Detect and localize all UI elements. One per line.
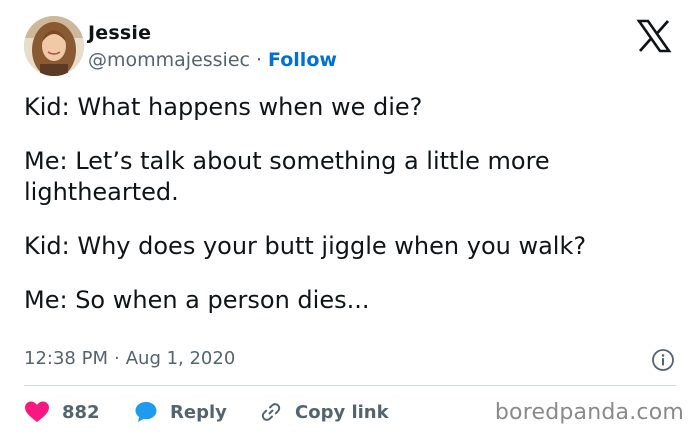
tweet-timestamp[interactable]: 12:38 PM · Aug 1, 2020: [24, 348, 235, 369]
avatar[interactable]: [24, 16, 84, 76]
tweet-line-4: Me: So when a person dies...: [24, 286, 370, 314]
speech-bubble-icon: [135, 402, 157, 422]
like-button[interactable]: 882: [24, 400, 100, 424]
author-handle[interactable]: @mommajessiec: [88, 49, 250, 71]
tweet-card: Jessie @mommajessiec · Follow Kid: What ha…: [0, 0, 700, 440]
tweet-line-2: Me: Let’s talk about something a little …: [24, 147, 550, 206]
avatar-photo: [24, 16, 84, 76]
copy-link-label: Copy link: [295, 401, 389, 423]
copy-link-button[interactable]: Copy link: [259, 400, 389, 424]
handle-separator: ·: [255, 49, 263, 71]
tweet-header: Jessie @mommajessiec · Follow: [24, 16, 684, 78]
info-icon[interactable]: [651, 348, 675, 372]
reply-label: Reply: [170, 401, 227, 423]
follow-button[interactable]: Follow: [268, 49, 337, 71]
link-icon: [261, 403, 281, 421]
author-name[interactable]: Jessie: [88, 22, 151, 44]
tweet-date: Aug 1, 2020: [125, 348, 236, 369]
timestamp-separator: ·: [113, 348, 120, 369]
tweet-line-3: Kid: Why does your butt jiggle when you …: [24, 232, 587, 260]
divider: [24, 385, 676, 386]
tweet-line-1: Kid: What happens when we die?: [24, 93, 423, 121]
x-logo-icon[interactable]: [636, 18, 672, 54]
like-count: 882: [62, 401, 100, 423]
author-handle-row: @mommajessiec · Follow: [88, 49, 337, 71]
tweet-time: 12:38 PM: [24, 348, 108, 369]
watermark: boredpanda.com: [494, 400, 684, 425]
tweet-text: Kid: What happens when we die? Me: Let’s…: [24, 92, 674, 339]
heart-icon: [25, 401, 49, 422]
reply-button[interactable]: Reply: [134, 400, 227, 424]
